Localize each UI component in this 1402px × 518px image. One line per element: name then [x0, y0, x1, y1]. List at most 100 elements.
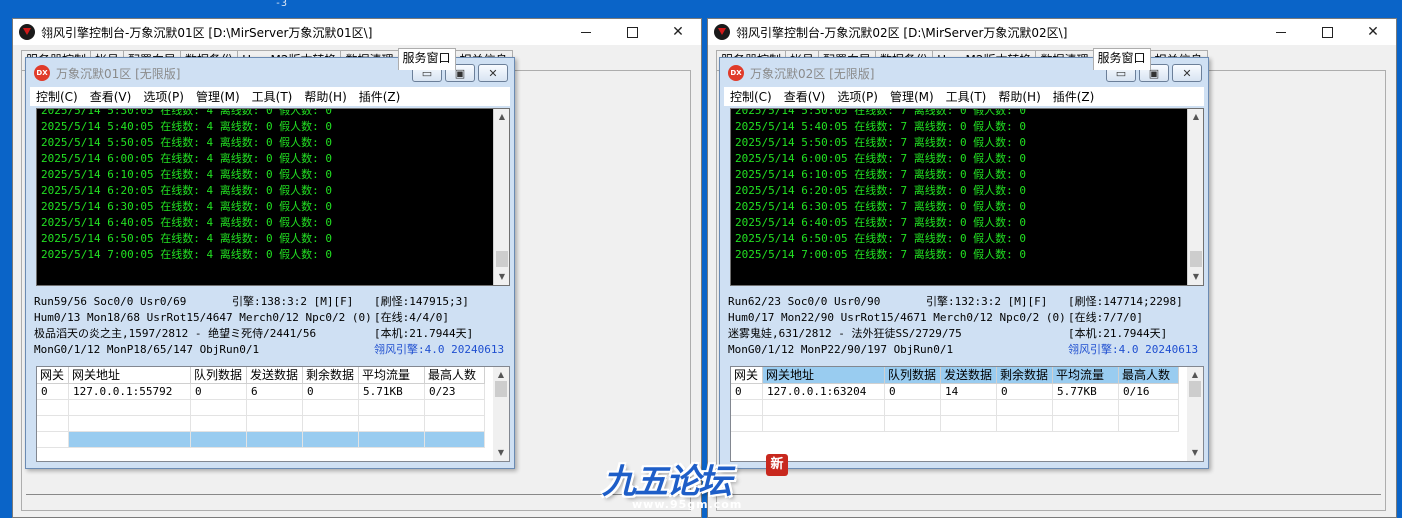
empty-row[interactable]: [37, 416, 509, 432]
status-hum: Hum0/13 Mon18/68 UsrRot15/4647 Merch0/12…: [34, 311, 372, 324]
log-line: 2025/5/14 5:30:05 在线数: 7 离线数: 0 假人数: 0: [735, 108, 1027, 117]
scroll-down-icon[interactable]: ▼: [1188, 269, 1203, 285]
tab-service-window[interactable]: 服务窗口: [1092, 48, 1151, 70]
column-header[interactable]: 网关地址: [763, 367, 885, 384]
table-scrollbar[interactable]: ▲ ▼: [493, 367, 509, 461]
console-scrollbar[interactable]: ▲ ▼: [1187, 109, 1203, 285]
scroll-thumb[interactable]: [1190, 251, 1202, 267]
log-line: 2025/5/14 6:00:05 在线数: 7 离线数: 0 假人数: 0: [735, 152, 1027, 165]
menu-plugins[interactable]: 插件(Z): [359, 88, 401, 105]
menu-help[interactable]: 帮助(H): [304, 88, 346, 105]
close-button[interactable]: ✕: [1350, 19, 1396, 45]
menu-options[interactable]: 选项(P): [143, 88, 184, 105]
log-line: 2025/5/14 6:00:05 在线数: 4 离线数: 0 假人数: 0: [41, 152, 333, 165]
scroll-down-icon[interactable]: ▼: [1187, 445, 1203, 461]
column-header[interactable]: 剩余数据: [303, 367, 359, 384]
status-monster-refresh: [刷怪:147714;2298]: [1068, 295, 1183, 308]
window-title: 翎风引擎控制台-万象沉默02区 [D:\MirServer万象沉默02区\]: [736, 25, 1068, 40]
selected-row[interactable]: [37, 432, 509, 448]
menu-manage[interactable]: 管理(M): [890, 88, 934, 105]
engine-version-link[interactable]: 翎风引擎:4.0 20240613: [1068, 342, 1198, 358]
column-header[interactable]: 网关: [37, 367, 69, 384]
column-header[interactable]: 发送数据: [941, 367, 997, 384]
column-header[interactable]: 平均流量: [359, 367, 425, 384]
menu-tools[interactable]: 工具(T): [252, 88, 293, 105]
dx-app-icon: DX: [34, 65, 50, 81]
table-cell: 0: [303, 384, 359, 400]
window-title: 翎风引擎控制台-万象沉默01区 [D:\MirServer万象沉默01区\]: [41, 25, 373, 40]
inner-close-button[interactable]: ✕: [1172, 64, 1202, 82]
watermark-url: www.95gm.com: [632, 498, 743, 511]
log-console[interactable]: 2025/5/14 5:30:05 在线数: 4 离线数: 0 假人数: 0 2…: [36, 108, 510, 286]
empty-row[interactable]: [37, 400, 509, 416]
menu-view[interactable]: 查看(V): [90, 88, 132, 105]
menu-bar: 控制(C) 查看(V) 选项(P) 管理(M) 工具(T) 帮助(H) 插件(Z…: [724, 87, 1204, 106]
close-button[interactable]: ✕: [655, 19, 701, 45]
gateway-table: 网关 网关地址 队列数据 发送数据 剩余数据 平均流量 最高人数 0 127.0…: [730, 366, 1204, 462]
column-header[interactable]: 平均流量: [1053, 367, 1119, 384]
status-run: Run59/56 Soc0/0 Usr0/69: [34, 295, 187, 308]
maximize-button[interactable]: [609, 19, 655, 45]
title-bar[interactable]: 翎风引擎控制台-万象沉默02区 [D:\MirServer万象沉默02区\] ✕: [708, 19, 1396, 45]
status-uptime: [本机:21.7944天]: [374, 327, 474, 340]
scroll-up-icon[interactable]: ▲: [1188, 109, 1203, 125]
scroll-thumb[interactable]: [1189, 381, 1201, 397]
console-scrollbar[interactable]: ▲ ▼: [493, 109, 509, 285]
scroll-down-icon[interactable]: ▼: [494, 269, 509, 285]
empty-row[interactable]: [731, 400, 1203, 416]
log-line: 2025/5/14 5:40:05 在线数: 7 离线数: 0 假人数: 0: [735, 120, 1027, 133]
table-cell: 5.71KB: [359, 384, 425, 400]
inner-window-title: 万象沉默02区 [无限版]: [750, 66, 875, 81]
app-logo-icon: [19, 24, 35, 40]
log-line: 2025/5/14 6:20:05 在线数: 7 离线数: 0 假人数: 0: [735, 184, 1027, 197]
minimize-button[interactable]: [563, 19, 609, 45]
app-logo-icon: [714, 24, 730, 40]
log-line: 2025/5/14 6:50:05 在线数: 4 离线数: 0 假人数: 0: [41, 232, 333, 245]
gateway-table: 网关 网关地址 队列数据 发送数据 剩余数据 平均流量 最高人数 0 127.0…: [36, 366, 510, 462]
column-header[interactable]: 最高人数: [425, 367, 485, 384]
menu-plugins[interactable]: 插件(Z): [1053, 88, 1095, 105]
engine-version-link[interactable]: 翎风引擎:4.0 20240613: [374, 342, 504, 358]
menu-manage[interactable]: 管理(M): [196, 88, 240, 105]
scroll-down-icon[interactable]: ▼: [493, 445, 509, 461]
inner-close-button[interactable]: ✕: [478, 64, 508, 82]
log-line: 2025/5/14 6:30:05 在线数: 7 离线数: 0 假人数: 0: [735, 200, 1027, 213]
maximize-button[interactable]: [1304, 19, 1350, 45]
table-cell: 127.0.0.1:63204: [763, 384, 885, 400]
table-row[interactable]: 0 127.0.0.1:63204 0 14 0 5.77KB 0/16: [731, 384, 1203, 400]
menu-control[interactable]: 控制(C): [730, 88, 772, 105]
status-hum: Hum0/17 Mon22/90 UsrRot15/4671 Merch0/12…: [728, 311, 1066, 324]
tab-service-window[interactable]: 服务窗口: [397, 48, 456, 70]
scroll-up-icon[interactable]: ▲: [494, 109, 509, 125]
table-header: 网关 网关地址 队列数据 发送数据 剩余数据 平均流量 最高人数: [37, 367, 509, 384]
status-engine: 引擎:138:3:2 [M][F]: [232, 295, 354, 308]
table-cell: 127.0.0.1:55792: [69, 384, 191, 400]
status-engine: 引擎:132:3:2 [M][F]: [926, 295, 1048, 308]
menu-control[interactable]: 控制(C): [36, 88, 78, 105]
table-scrollbar[interactable]: ▲ ▼: [1187, 367, 1203, 461]
menu-tools[interactable]: 工具(T): [946, 88, 987, 105]
menu-view[interactable]: 查看(V): [784, 88, 826, 105]
table-row[interactable]: 0 127.0.0.1:55792 0 6 0 5.71KB 0/23: [37, 384, 509, 400]
dx-app-icon: DX: [728, 65, 744, 81]
table-cell: 0/23: [425, 384, 485, 400]
status-players: 迷雾鬼娃,631/2812 - 法外狂徒SS/2729/75: [728, 327, 962, 340]
minimize-button[interactable]: [1258, 19, 1304, 45]
empty-row[interactable]: [731, 416, 1203, 432]
table-cell: 5.77KB: [1053, 384, 1119, 400]
title-bar[interactable]: 翎风引擎控制台-万象沉默01区 [D:\MirServer万象沉默01区\] ✕: [13, 19, 701, 45]
scroll-thumb[interactable]: [496, 251, 508, 267]
watermark-title: 九五论坛: [602, 462, 732, 502]
column-header[interactable]: 网关: [731, 367, 763, 384]
menu-help[interactable]: 帮助(H): [998, 88, 1040, 105]
column-header[interactable]: 队列数据: [885, 367, 941, 384]
log-console[interactable]: 2025/5/14 5:30:05 在线数: 7 离线数: 0 假人数: 0 2…: [730, 108, 1204, 286]
log-line: 2025/5/14 5:50:05 在线数: 4 离线数: 0 假人数: 0: [41, 136, 333, 149]
column-header[interactable]: 网关地址: [69, 367, 191, 384]
column-header[interactable]: 队列数据: [191, 367, 247, 384]
menu-options[interactable]: 选项(P): [837, 88, 878, 105]
column-header[interactable]: 剩余数据: [997, 367, 1053, 384]
column-header[interactable]: 发送数据: [247, 367, 303, 384]
column-header[interactable]: 最高人数: [1119, 367, 1179, 384]
scroll-thumb[interactable]: [495, 381, 507, 397]
